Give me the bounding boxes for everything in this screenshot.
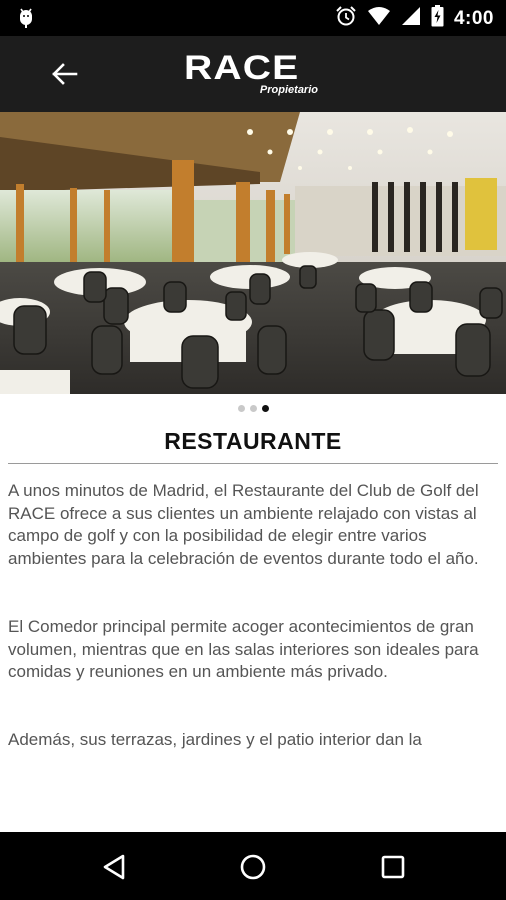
- back-button[interactable]: [44, 56, 84, 92]
- description-paragraph-3: Además, sus terrazas, jardines y el pati…: [8, 729, 422, 749]
- logo-main-text: RACE: [184, 49, 300, 87]
- system-nav-bar: [0, 832, 506, 900]
- status-bar: 4:00: [0, 0, 506, 36]
- section-title: RESTAURANTE: [164, 428, 342, 454]
- signal-icon: [401, 6, 421, 31]
- title-divider: [8, 463, 498, 464]
- nav-recents-button[interactable]: [373, 850, 413, 884]
- hero-image-carousel[interactable]: [0, 112, 506, 394]
- status-time: 4:00: [453, 7, 494, 29]
- back-triangle-icon: [103, 854, 125, 880]
- carousel-dot-1[interactable]: [237, 405, 245, 412]
- race-logo: RACE Propietario: [184, 50, 324, 100]
- description-content[interactable]: A unos minutos de Madrid, el Restaurante…: [8, 480, 500, 832]
- logo-sub-text: Propietario: [259, 84, 318, 96]
- restaurant-photo: [0, 112, 506, 394]
- arrow-back-icon: [52, 63, 78, 85]
- description-paragraph-2: El Comedor principal permite acoger acon…: [8, 616, 479, 682]
- battery-icon: [431, 5, 444, 32]
- description-paragraph-1: A unos minutos de Madrid, el Restaurante…: [8, 481, 479, 569]
- carousel-dot-2[interactable]: [249, 405, 257, 412]
- alarm-icon: [335, 5, 357, 32]
- carousel-dot-3-active[interactable]: [261, 405, 269, 412]
- app-bar: RACE Propietario: [0, 36, 506, 112]
- wifi-icon: [367, 6, 391, 31]
- android-debug-icon: [16, 7, 36, 34]
- nav-home-button[interactable]: [233, 850, 273, 884]
- nav-back-button[interactable]: [94, 850, 134, 884]
- home-circle-icon: [240, 854, 266, 880]
- carousel-indicator: [0, 405, 506, 412]
- recents-square-icon: [381, 855, 405, 879]
